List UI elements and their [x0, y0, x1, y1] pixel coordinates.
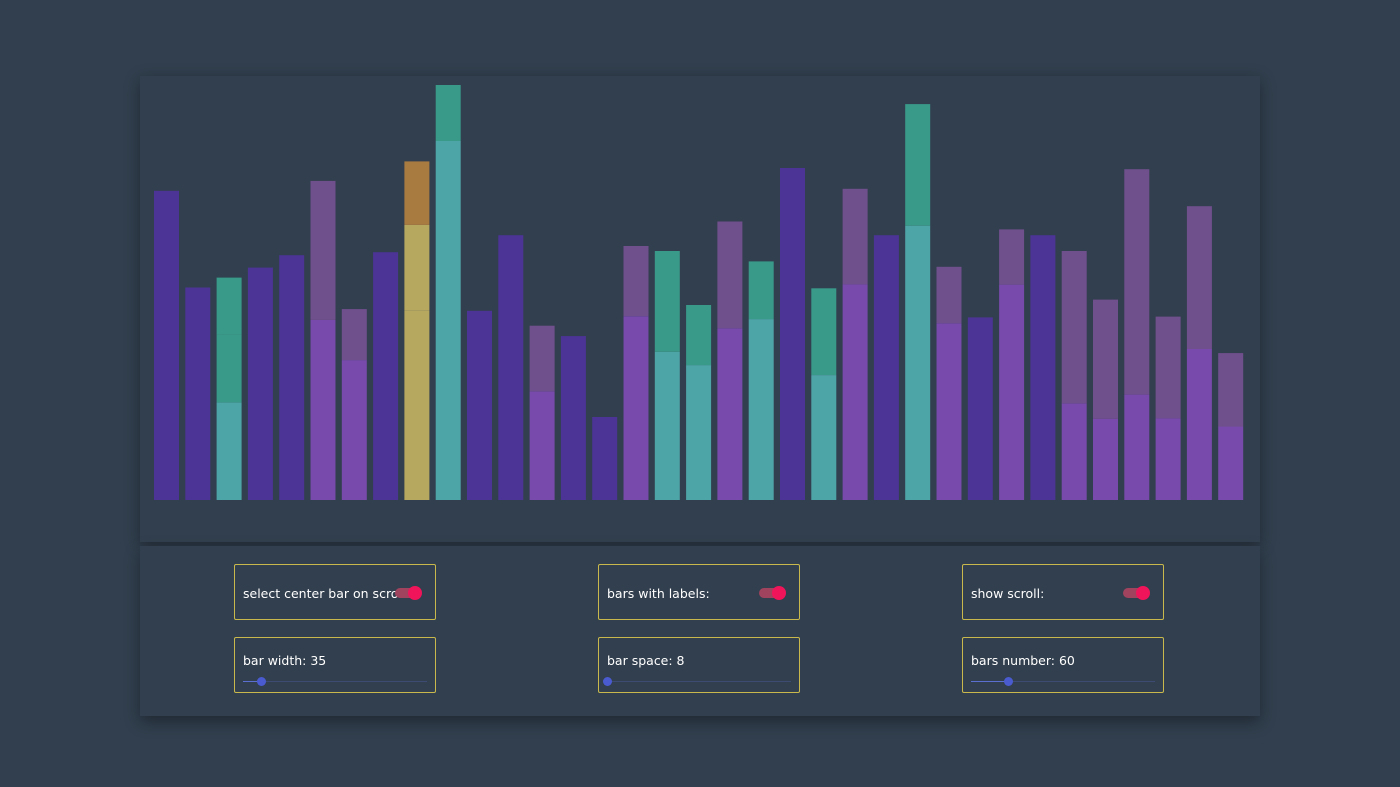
bar-segment[interactable]: [216, 277, 242, 335]
chart-panel: [140, 76, 1260, 542]
bar-segment[interactable]: [279, 255, 305, 500]
bar-segment[interactable]: [435, 141, 461, 500]
bar-space-slider[interactable]: [603, 677, 791, 686]
bars-number-slider[interactable]: [971, 677, 1155, 686]
bar-segment[interactable]: [842, 188, 868, 285]
slider-thumb[interactable]: [1003, 677, 1013, 686]
bar-width-label: bar width: 35: [243, 653, 327, 668]
bar-segment[interactable]: [529, 325, 555, 392]
bar-segment[interactable]: [717, 328, 743, 500]
bar-segment[interactable]: [1155, 316, 1181, 419]
bar-segment[interactable]: [529, 391, 555, 500]
bar-segment[interactable]: [1061, 251, 1087, 404]
show-scroll-control: show scroll:: [962, 564, 1164, 620]
selected-bar-segment[interactable]: [404, 224, 430, 311]
bar-segment[interactable]: [905, 104, 931, 226]
bar-space-label: bar space: 8: [607, 653, 685, 668]
bar-chart[interactable]: [140, 76, 1260, 542]
bar-segment[interactable]: [811, 288, 837, 375]
bar-segment[interactable]: [623, 246, 649, 317]
bars-number-control: bars number: 60: [962, 637, 1164, 693]
bar-segment[interactable]: [185, 287, 211, 501]
bars-with-labels-toggle[interactable]: [759, 586, 786, 600]
bar-segment[interactable]: [623, 316, 649, 500]
show-scroll-toggle[interactable]: [1123, 586, 1150, 600]
bar-segment[interactable]: [717, 221, 743, 329]
show-scroll-label: show scroll:: [971, 586, 1045, 601]
bar-segment[interactable]: [654, 351, 680, 500]
bar-segment[interactable]: [341, 360, 367, 500]
bar-segment[interactable]: [216, 334, 242, 403]
bar-segment[interactable]: [1093, 418, 1118, 500]
toggle-knob: [408, 586, 422, 600]
slider-thumb[interactable]: [603, 677, 612, 686]
bar-segment[interactable]: [1093, 299, 1118, 419]
bar-segment[interactable]: [1186, 348, 1212, 500]
bar-segment[interactable]: [154, 190, 179, 501]
bar-segment[interactable]: [1124, 394, 1150, 500]
bar-segment[interactable]: [1218, 426, 1244, 501]
bar-segment[interactable]: [748, 319, 774, 500]
slider-thumb[interactable]: [257, 677, 267, 686]
bar-segment[interactable]: [654, 251, 680, 352]
bars-with-labels-label: bars with labels:: [607, 586, 710, 601]
bar-segment[interactable]: [999, 229, 1025, 285]
bar-segment[interactable]: [748, 261, 774, 320]
bar-segment[interactable]: [936, 323, 962, 500]
bar-segment[interactable]: [1186, 206, 1212, 349]
bar-segment[interactable]: [247, 267, 273, 500]
bar-segment[interactable]: [936, 266, 962, 324]
bar-segment[interactable]: [686, 365, 712, 500]
bar-segment[interactable]: [686, 305, 712, 366]
bar-segment[interactable]: [498, 235, 524, 500]
select-center-label: select center bar on scroll:: [243, 586, 410, 601]
selected-bar-segment[interactable]: [404, 310, 430, 500]
bar-segment[interactable]: [310, 319, 336, 500]
bar-segment[interactable]: [216, 402, 242, 501]
bar-segment[interactable]: [1218, 353, 1244, 427]
bar-segment[interactable]: [1155, 418, 1181, 500]
bar-segment[interactable]: [373, 252, 399, 500]
bar-segment[interactable]: [467, 310, 492, 500]
bar-width-slider[interactable]: [243, 677, 427, 686]
bar-segment[interactable]: [341, 309, 367, 361]
toggle-knob: [772, 586, 786, 600]
bar-segment[interactable]: [905, 225, 931, 500]
bar-segment[interactable]: [842, 284, 868, 500]
toggle-knob: [1136, 586, 1150, 600]
bar-space-control: bar space: 8: [598, 637, 800, 693]
bar-segment[interactable]: [873, 235, 899, 500]
bar-segment[interactable]: [310, 180, 336, 320]
bar-segment[interactable]: [435, 85, 461, 141]
bars-with-labels-control: bars with labels:: [598, 564, 800, 620]
bar-segment[interactable]: [811, 375, 837, 500]
select-center-toggle[interactable]: [395, 586, 422, 600]
bar-segment[interactable]: [999, 284, 1025, 500]
bar-segment[interactable]: [967, 317, 993, 500]
select-center-control: select center bar on scroll:: [234, 564, 436, 620]
bar-segment[interactable]: [1030, 235, 1056, 500]
bars-number-label: bars number: 60: [971, 653, 1075, 668]
bar-segment[interactable]: [780, 168, 805, 500]
bar-segment[interactable]: [560, 336, 586, 500]
bar-segment[interactable]: [1061, 403, 1087, 500]
selected-bar-segment[interactable]: [404, 161, 430, 225]
slider-fill: [971, 681, 1008, 682]
bar-segment[interactable]: [1124, 169, 1150, 395]
controls-panel: select center bar on scroll: bars with l…: [140, 546, 1260, 716]
bar-width-control: bar width: 35: [234, 637, 436, 693]
bar-segment[interactable]: [592, 417, 618, 500]
